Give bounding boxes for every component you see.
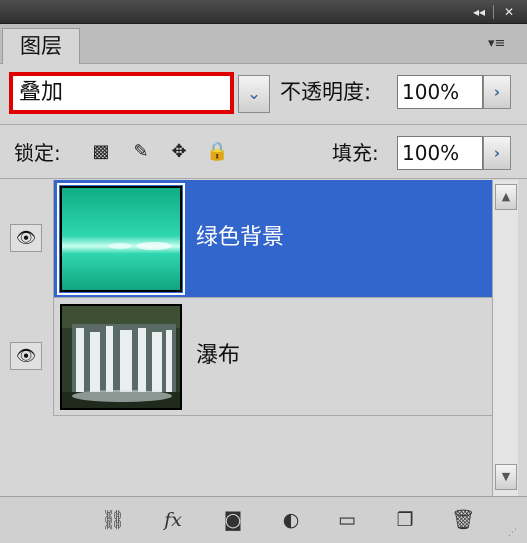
fill-input[interactable]: 100%	[397, 136, 483, 170]
layers-list: 👁 绿色背景 👁 瀑布	[0, 180, 492, 496]
lock-image-pixels-icon[interactable]: ✎	[130, 141, 152, 163]
panel-titlebar: ◂◂ ✕	[0, 0, 527, 24]
delete-layer-trash-icon[interactable]: 🗑	[448, 507, 478, 533]
opacity-slider-arrow-icon[interactable]: ›	[483, 75, 511, 109]
new-group-folder-icon[interactable]: ▭	[332, 507, 362, 533]
add-mask-icon[interactable]: ◙	[218, 507, 248, 533]
new-layer-icon[interactable]: ❐	[390, 507, 420, 533]
lock-transparent-pixels-icon[interactable]: ▩	[90, 141, 112, 163]
close-panel-icon[interactable]: ✕	[500, 4, 518, 20]
fill-slider-arrow-icon[interactable]: ›	[483, 136, 511, 170]
fill-label: 填充:	[332, 141, 379, 165]
divider	[0, 178, 527, 179]
link-layers-icon[interactable]: ⛓	[98, 507, 128, 533]
layers-scrollbar[interactable]: ▲ ▼	[492, 180, 518, 496]
blend-mode-select[interactable]: 叠加	[9, 72, 234, 114]
opacity-label: 不透明度:	[280, 80, 372, 104]
teal-gradient-thumbnail	[62, 188, 180, 290]
opacity-input[interactable]: 100%	[397, 75, 483, 109]
lock-position-icon[interactable]: ✥	[168, 141, 190, 163]
layer-name[interactable]: 绿色背景	[196, 222, 284, 254]
eye-icon[interactable]: 👁	[10, 342, 42, 370]
visibility-cell: 👁	[0, 298, 54, 416]
lock-label: 锁定:	[14, 141, 61, 165]
layers-bottom-toolbar: ⛓ fx ◙ ◐ ▭ ❐ 🗑 ⋰	[0, 496, 527, 543]
layer-name[interactable]: 瀑布	[196, 340, 240, 372]
layer-row-green-background[interactable]: 👁 绿色背景	[0, 180, 492, 298]
scroll-down-icon[interactable]: ▼	[495, 464, 517, 490]
layer-thumbnail	[57, 183, 185, 295]
lock-all-icon[interactable]: 🔒	[206, 141, 228, 163]
adjustment-layer-icon[interactable]: ◐	[276, 507, 306, 533]
layer-row-waterfall[interactable]: 👁 瀑布	[0, 298, 492, 416]
tab-layers[interactable]: 图层	[2, 28, 80, 64]
scroll-up-icon[interactable]: ▲	[495, 184, 517, 210]
layer-style-fx-icon[interactable]: fx	[158, 507, 188, 533]
chevron-down-icon[interactable]: ⌄	[238, 75, 270, 113]
eye-icon[interactable]: 👁	[10, 224, 42, 252]
waterfall-photo-thumbnail	[62, 306, 180, 408]
divider	[0, 124, 527, 125]
titlebar-separator	[493, 5, 494, 19]
visibility-cell: 👁	[0, 180, 54, 298]
collapse-panel-icon[interactable]: ◂◂	[470, 4, 488, 20]
panel-tab-row: 图层 ▾≡	[0, 24, 527, 64]
panel-menu-icon[interactable]: ▾≡	[488, 36, 518, 52]
resize-grip-icon[interactable]: ⋰	[508, 527, 522, 539]
layer-thumbnail	[60, 304, 182, 410]
